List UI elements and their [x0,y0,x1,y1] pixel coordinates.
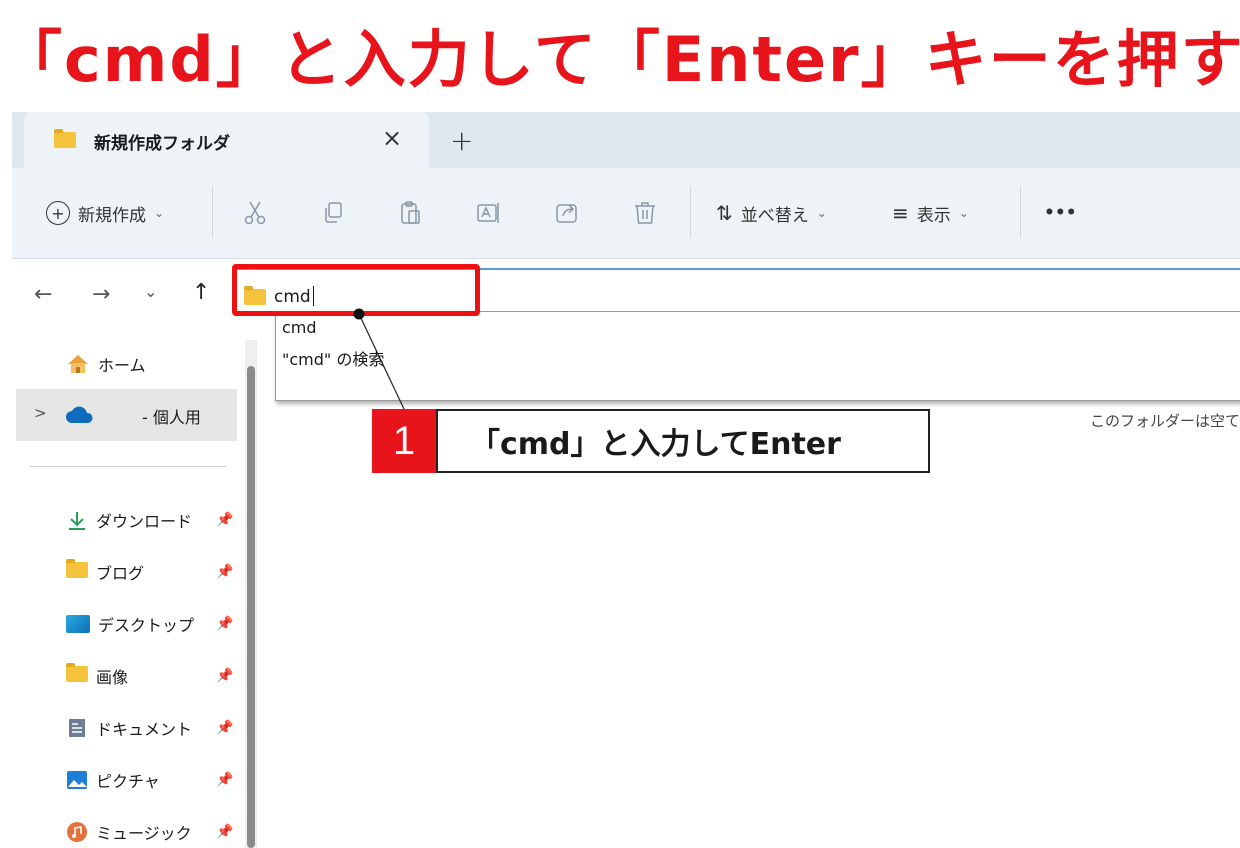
sidebar-item-label: ミュージック [96,824,192,843]
sort-icon: ⇅ [716,201,733,225]
page-headline: 「cmd」と入力して「Enter」キーを押す [0,23,1240,96]
pin-icon[interactable]: 📌 [216,824,233,840]
sidebar-item-images[interactable]: 画像 [66,663,129,688]
sidebar-item-blog[interactable]: ブログ [66,559,145,584]
recent-locations-button[interactable]: ⌄ [144,282,157,301]
rename-icon[interactable] [472,196,506,230]
onedrive-cloud-icon [66,406,93,423]
picture-icon [67,771,87,789]
sidebar-item-pictures[interactable]: ピクチャ [66,768,160,792]
folder-icon [54,129,76,152]
pin-icon[interactable]: 📌 [216,512,233,528]
tab-new-folder[interactable]: 新規作成フォルダ × [24,112,429,168]
explorer-window: 新規作成フォルダ × + + 新規作成 ⌄ ⇅ 並べ替え ⌄ ≡ 表示 ⌄ ••… [12,112,1240,848]
add-tab-button[interactable]: + [450,124,473,157]
folder-icon [66,663,88,686]
view-list-icon: ≡ [892,201,909,225]
home-icon [68,355,88,373]
toolbar-divider [1020,186,1021,238]
step-number-badge: 1 [372,409,436,473]
highlight-box [232,264,480,316]
sidebar-item-label: ブログ [96,564,145,583]
view-button[interactable]: ≡ 表示 ⌄ [892,198,969,228]
sort-label: 並べ替え [740,205,809,226]
new-button[interactable]: + 新規作成 ⌄ [46,198,164,228]
sidebar-item-music[interactable]: ミュージック [66,820,192,844]
more-options-button[interactable]: ••• [1044,198,1077,228]
back-button[interactable]: ← [34,282,52,307]
toolbar-divider [212,186,213,238]
chevron-down-icon: ⌄ [816,206,827,220]
pin-icon[interactable]: 📌 [216,564,233,580]
sidebar-item-label: ドキュメント [96,720,193,739]
folder-icon [66,559,88,582]
document-icon [69,719,85,737]
step-instruction: 「cmd」と入力してEnter [436,409,930,473]
sidebar-item-label: ピクチャ [96,772,160,791]
music-icon [67,822,87,842]
sidebar-item-label: ホーム [98,356,146,375]
command-bar: + 新規作成 ⌄ ⇅ 並べ替え ⌄ ≡ 表示 ⌄ ••• [12,168,1240,259]
view-label: 表示 [916,205,951,226]
pin-icon[interactable]: 📌 [216,720,233,736]
plus-circle-icon: + [46,201,70,225]
up-button[interactable]: ↑ [192,280,210,305]
copy-icon[interactable] [316,196,350,230]
tab-title: 新規作成フォルダ [94,134,230,154]
chevron-down-icon: ⌄ [154,206,165,220]
sidebar-item-home[interactable]: ホーム [66,352,146,376]
sort-button[interactable]: ⇅ 並べ替え ⌄ [716,198,827,228]
suggestion-item[interactable]: "cmd" の検索 [282,346,384,370]
paste-icon[interactable] [394,196,428,230]
address-suggestions [275,311,1240,401]
pin-icon[interactable]: 📌 [216,772,233,788]
sidebar-scroll-thumb[interactable] [247,366,255,848]
sidebar-divider [30,466,226,467]
empty-folder-message: このフォルダーは空て [1090,412,1240,430]
share-icon[interactable] [550,196,584,230]
forward-button[interactable]: → [92,282,110,307]
sidebar-item-label: ダウンロード [96,512,193,531]
new-label: 新規作成 [78,205,146,226]
expand-chevron-icon[interactable]: > [34,404,47,422]
sidebar-item-label: - 個人用 [142,408,201,427]
pin-icon[interactable]: 📌 [216,668,233,684]
sidebar-item-downloads[interactable]: ダウンロード [66,508,192,532]
desktop-icon [66,615,90,633]
suggestion-item[interactable]: cmd [282,318,317,337]
sidebar-item-label: デスクトップ [98,616,195,635]
sidebar-item-label: 画像 [96,668,129,687]
download-icon [69,512,85,530]
pin-icon[interactable]: 📌 [216,616,233,632]
chevron-down-icon: ⌄ [958,206,969,220]
cut-icon[interactable] [238,196,272,230]
close-tab-button[interactable]: × [382,124,402,152]
sidebar-item-onedrive[interactable] [16,389,237,441]
sidebar-item-documents[interactable]: ドキュメント [66,716,192,740]
toolbar-divider [690,186,691,238]
sidebar-item-desktop[interactable]: デスクトップ [66,612,194,636]
trash-icon[interactable] [628,196,662,230]
